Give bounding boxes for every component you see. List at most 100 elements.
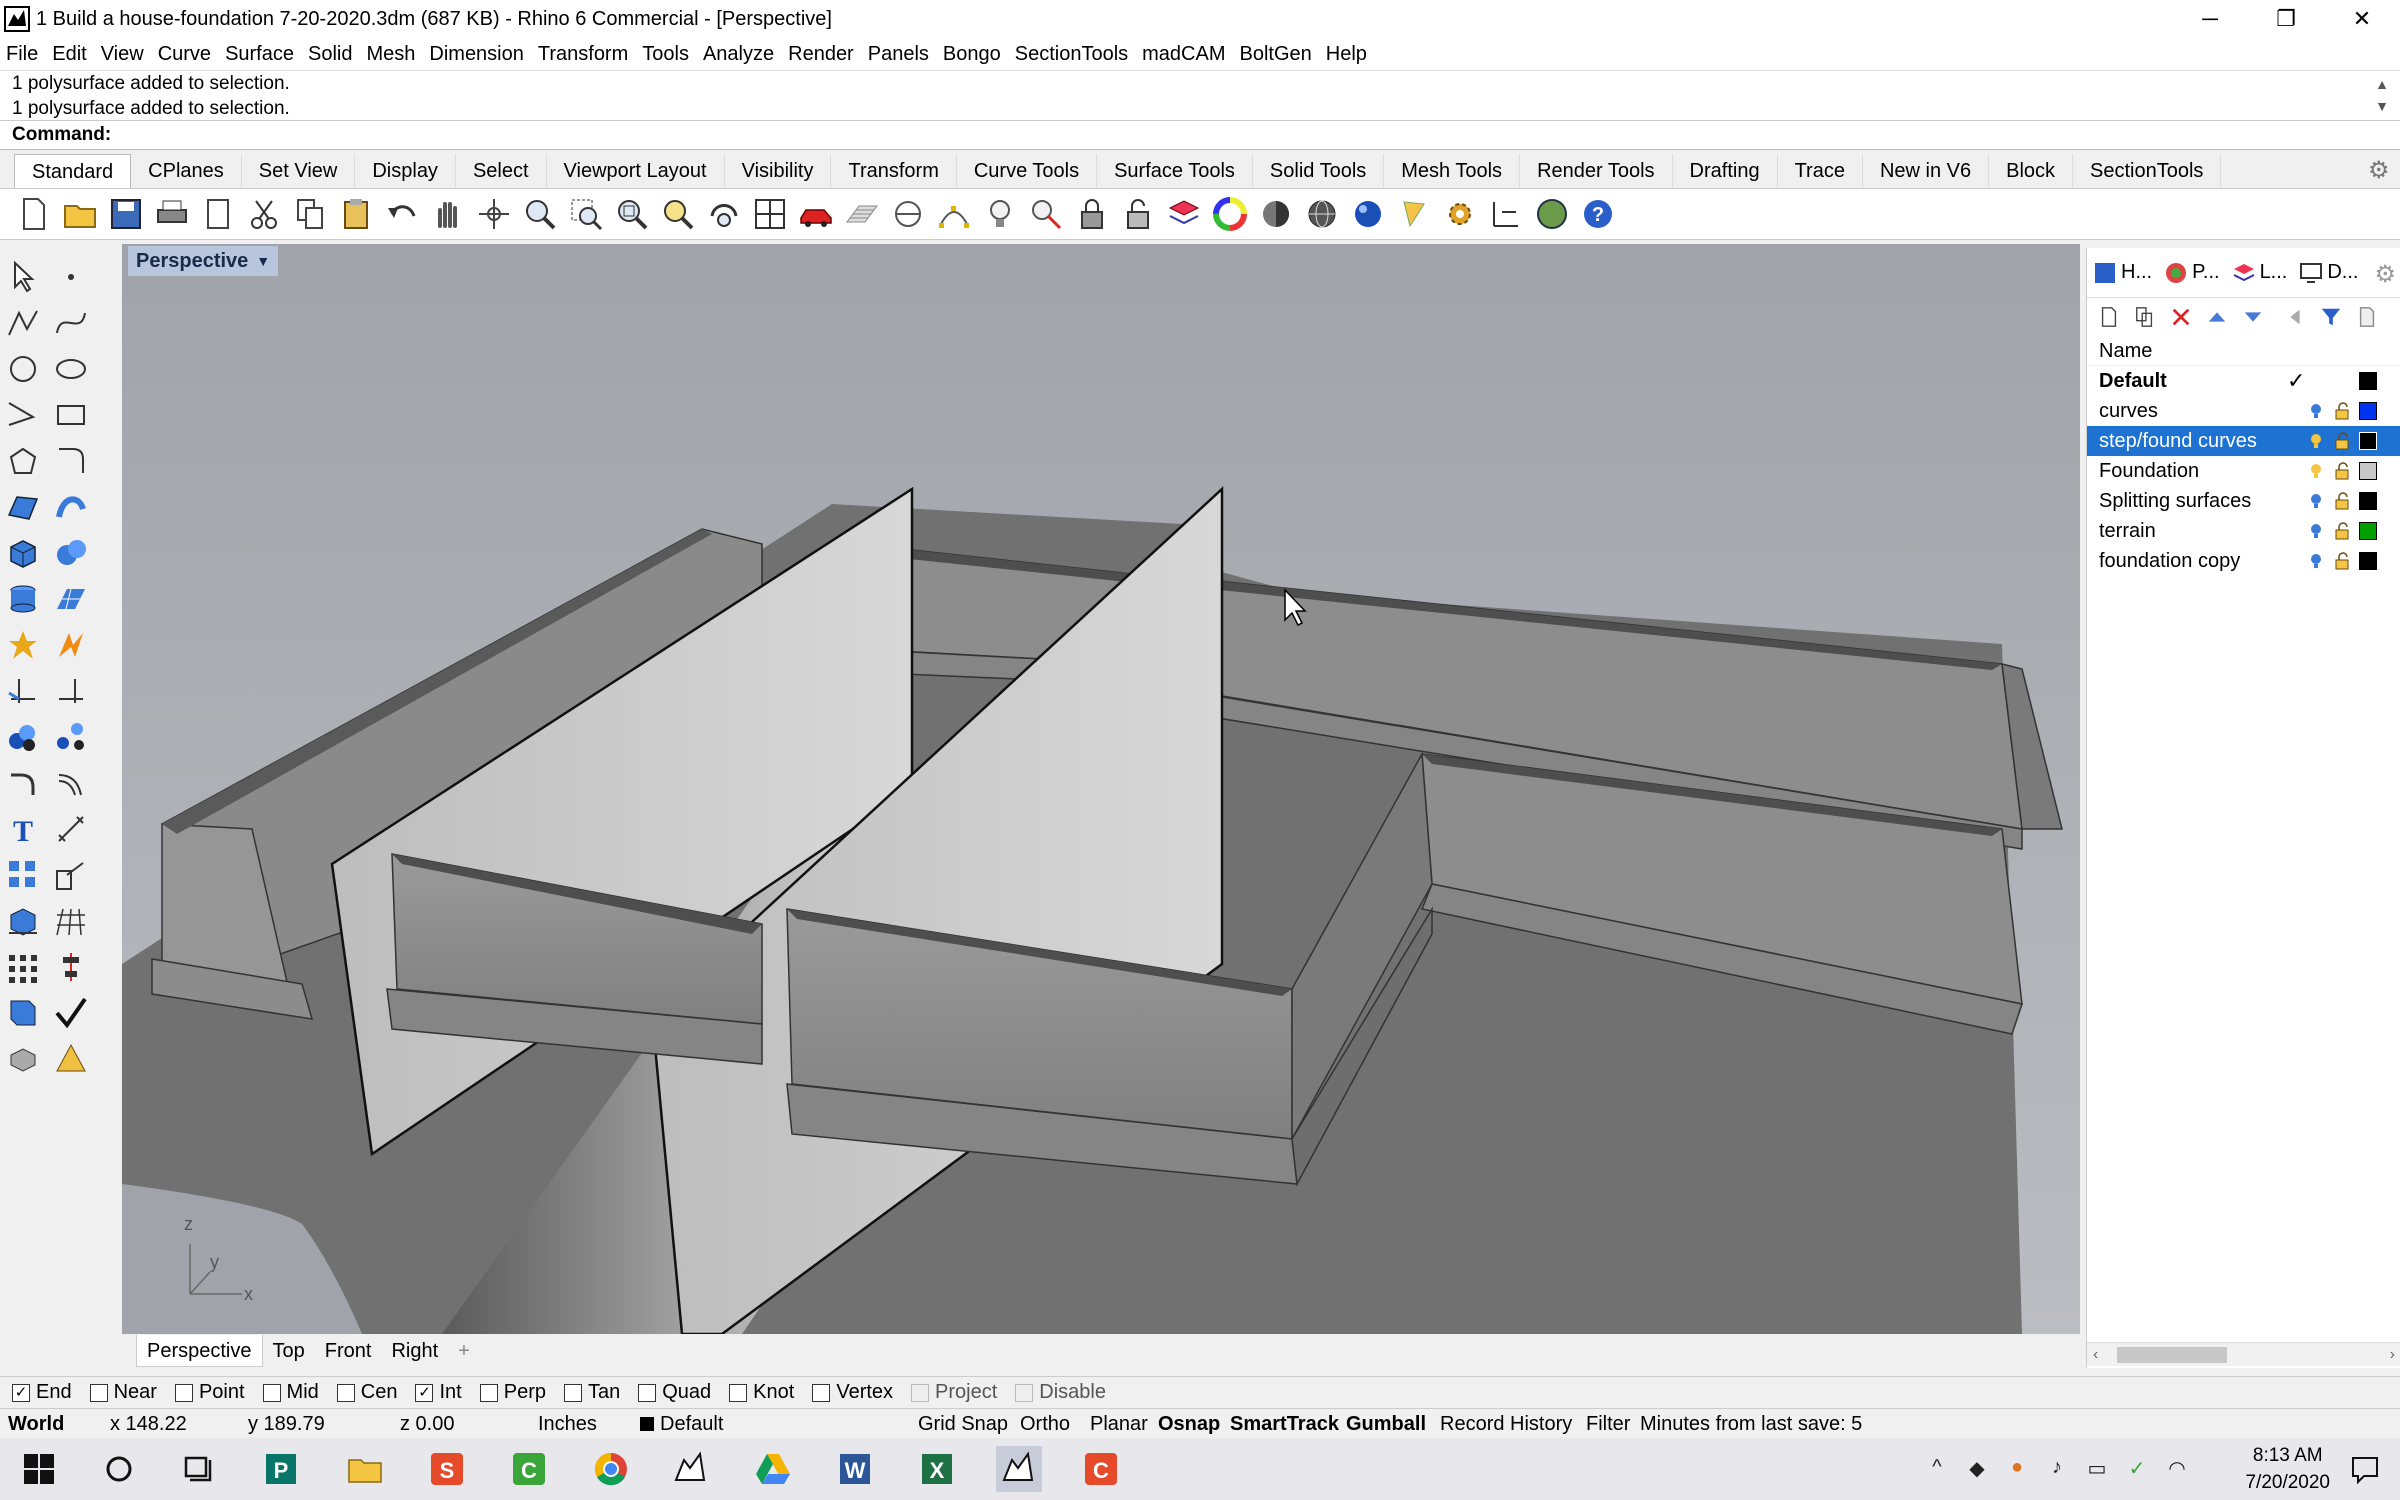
group-icon[interactable]: [2, 716, 44, 758]
zoom-extents-icon[interactable]: [612, 194, 652, 234]
scroll-left-icon[interactable]: ‹: [2093, 1343, 2098, 1367]
menu-boltgen[interactable]: BoltGen: [1240, 43, 1318, 66]
light-bulb-icon[interactable]: [2307, 402, 2325, 420]
dimension-tool-icon[interactable]: [50, 808, 92, 850]
check-icon[interactable]: [50, 992, 92, 1034]
options-gear-icon[interactable]: [1440, 194, 1480, 234]
globe-icon[interactable]: [1532, 194, 1572, 234]
ellipse-icon[interactable]: [50, 348, 92, 390]
distance-icon[interactable]: [888, 194, 928, 234]
menu-view[interactable]: View: [101, 43, 150, 66]
ungroup-icon[interactable]: [50, 716, 92, 758]
rectangle-icon[interactable]: [50, 394, 92, 436]
layer-row-curves[interactable]: curves: [2087, 396, 2400, 426]
tab-set-view[interactable]: Set View: [242, 154, 356, 188]
layer-color-swatch[interactable]: [2359, 372, 2377, 390]
panel-tab-display[interactable]: D...: [2299, 261, 2358, 285]
save-icon[interactable]: [106, 194, 146, 234]
menu-edit[interactable]: Edit: [52, 43, 92, 66]
osnap-point-checkbox[interactable]: [174, 1383, 193, 1402]
layer-icon[interactable]: [1164, 194, 1204, 234]
osnap-cen[interactable]: Cen: [336, 1381, 397, 1404]
mesh-icon[interactable]: [50, 578, 92, 620]
sync-icon[interactable]: ✓: [2124, 1456, 2150, 1482]
cplane-indicator[interactable]: World: [8, 1413, 64, 1436]
view-tab-top[interactable]: Top: [263, 1335, 315, 1367]
gumball-toggle[interactable]: Gumball: [1346, 1413, 1426, 1436]
windows-start-icon[interactable]: [16, 1446, 62, 1492]
color-wheel-icon[interactable]: [1210, 194, 1250, 234]
osnap-tan-checkbox[interactable]: [563, 1383, 582, 1402]
planar-toggle[interactable]: Planar: [1090, 1413, 1148, 1436]
fillet-edge-icon[interactable]: [2, 762, 44, 804]
light-bulb-icon[interactable]: [2307, 552, 2325, 570]
menu-curve[interactable]: Curve: [158, 43, 217, 66]
four-viewports-icon[interactable]: [750, 194, 790, 234]
volume-icon[interactable]: ♪: [2044, 1456, 2070, 1482]
osnap-end[interactable]: ✓ End: [12, 1381, 72, 1404]
menu-tools[interactable]: Tools: [642, 43, 695, 66]
close-button[interactable]: ✕: [2324, 0, 2400, 38]
rhino-taskbar-icon[interactable]: [668, 1446, 714, 1492]
system-clock[interactable]: 8:13 AM 7/20/2020: [2245, 1442, 2330, 1496]
notification-icon[interactable]: [2350, 1454, 2380, 1484]
tab-select[interactable]: Select: [456, 154, 547, 188]
text-icon[interactable]: T: [2, 808, 44, 850]
unlock-icon[interactable]: [2333, 462, 2351, 480]
snagit-icon[interactable]: S: [424, 1446, 470, 1492]
paste-icon[interactable]: [336, 194, 376, 234]
osnap-knot[interactable]: Knot: [729, 1381, 794, 1404]
unlock-icon[interactable]: [2333, 402, 2351, 420]
3d-scene[interactable]: [122, 244, 2080, 1334]
menu-transform[interactable]: Transform: [538, 43, 634, 66]
layer-color-swatch[interactable]: [2359, 462, 2377, 480]
menu-file[interactable]: File: [6, 43, 44, 66]
unlock-icon[interactable]: [2333, 552, 2351, 570]
new-sublayer-icon[interactable]: [2131, 303, 2159, 331]
unlock-icon[interactable]: [2333, 432, 2351, 450]
menu-render[interactable]: Render: [788, 43, 860, 66]
wire-sphere-icon[interactable]: [1302, 194, 1342, 234]
trim-icon[interactable]: [2, 670, 44, 712]
menu-panels[interactable]: Panels: [868, 43, 935, 66]
record-history-toggle[interactable]: Record History: [1440, 1413, 1572, 1436]
render-sphere-icon[interactable]: [1348, 194, 1388, 234]
tab-visibility[interactable]: Visibility: [725, 154, 832, 188]
scroll-right-icon[interactable]: ›: [2390, 1343, 2395, 1367]
print-icon[interactable]: [152, 194, 192, 234]
move-down-icon[interactable]: [2239, 303, 2267, 331]
add-view-tab-button[interactable]: +: [448, 1340, 480, 1363]
panel-horizontal-scrollbar[interactable]: ‹ ›: [2087, 1342, 2400, 1366]
array-icon[interactable]: [2, 854, 44, 896]
layer-color-swatch[interactable]: [2359, 492, 2377, 510]
grid-icon[interactable]: [50, 900, 92, 942]
layer-options-icon[interactable]: [2353, 303, 2381, 331]
unlock-icon[interactable]: [2333, 492, 2351, 510]
tab-new-in-v6[interactable]: New in V6: [1863, 154, 1990, 188]
tab-solid-tools[interactable]: Solid Tools: [1253, 154, 1385, 188]
select-arrow-icon[interactable]: [2, 256, 44, 298]
osnap-toggle[interactable]: Osnap: [1158, 1413, 1220, 1436]
light-bulb-icon[interactable]: [2307, 432, 2325, 450]
menu-dimension[interactable]: Dimension: [429, 43, 529, 66]
tab-mesh-tools[interactable]: Mesh Tools: [1384, 154, 1521, 188]
new-layer-icon[interactable]: [2095, 303, 2123, 331]
osnap-project-checkbox[interactable]: [911, 1383, 930, 1402]
spotlight-icon[interactable]: [1394, 194, 1434, 234]
osnap-near[interactable]: Near: [89, 1381, 157, 1404]
open-folder-icon[interactable]: [60, 194, 100, 234]
osnap-int-checkbox[interactable]: ✓: [415, 1383, 434, 1402]
polygon-icon[interactable]: [2, 440, 44, 482]
view-tab-perspective[interactable]: Perspective: [136, 1335, 263, 1367]
points-on-icon[interactable]: [934, 194, 974, 234]
point-icon[interactable]: [50, 256, 92, 298]
light-bulb-icon[interactable]: [980, 194, 1020, 234]
move-left-icon[interactable]: [2281, 303, 2309, 331]
hide-objects-icon[interactable]: [1026, 194, 1066, 234]
unlock-icon[interactable]: [2333, 522, 2351, 540]
command-line[interactable]: Command:: [0, 120, 2400, 150]
surface-icon[interactable]: [2, 486, 44, 528]
filter-icon[interactable]: [2317, 303, 2345, 331]
help-icon[interactable]: ?: [1578, 194, 1618, 234]
move-up-icon[interactable]: [2203, 303, 2231, 331]
